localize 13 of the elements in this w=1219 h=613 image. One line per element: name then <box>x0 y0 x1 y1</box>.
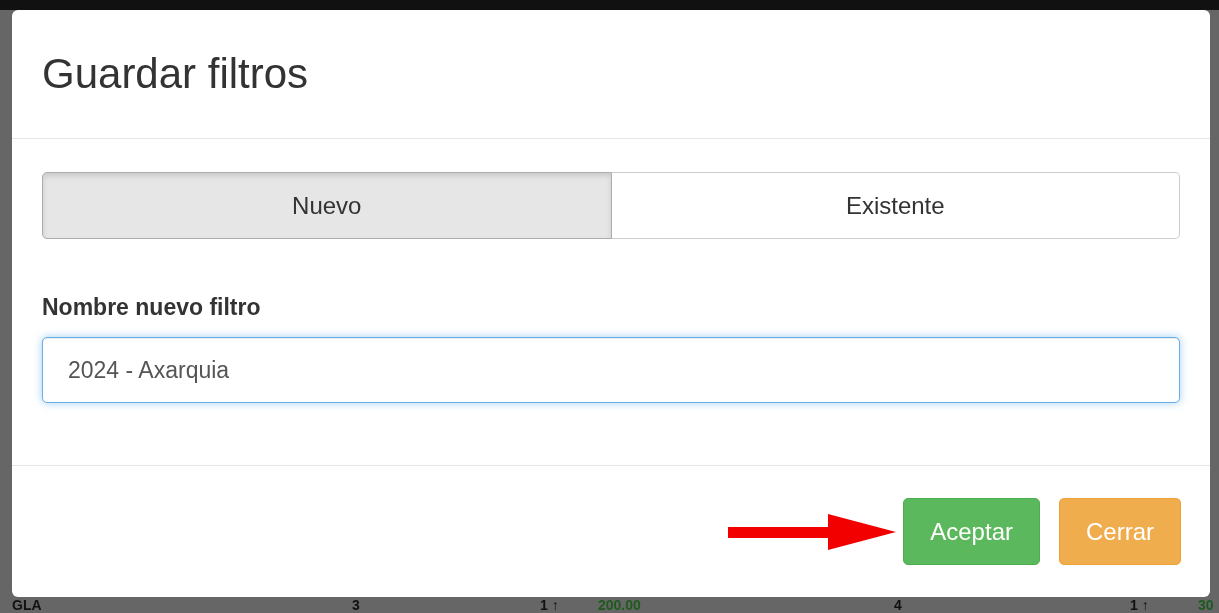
table-cell: 1 ↑ <box>1130 597 1149 613</box>
arrow-icon <box>728 511 897 552</box>
filter-name-input[interactable]: 2024 - Axarquia <box>42 337 1180 403</box>
field-label: Nombre nuevo filtro <box>42 294 262 321</box>
table-cell: 1 ↑ <box>540 597 559 613</box>
table-cell: 200.00 <box>598 597 641 613</box>
table-cell: GLA <box>12 597 42 613</box>
table-cell: 3 <box>352 597 360 613</box>
dialog-title: Guardar filtros <box>42 50 309 98</box>
table-cell: 30 <box>1198 597 1214 613</box>
table-cell: 4 <box>894 597 902 613</box>
toggle-tab[interactable]: Existente <box>611 172 1180 239</box>
toggle-tab[interactable]: Nuevo <box>42 172 612 239</box>
